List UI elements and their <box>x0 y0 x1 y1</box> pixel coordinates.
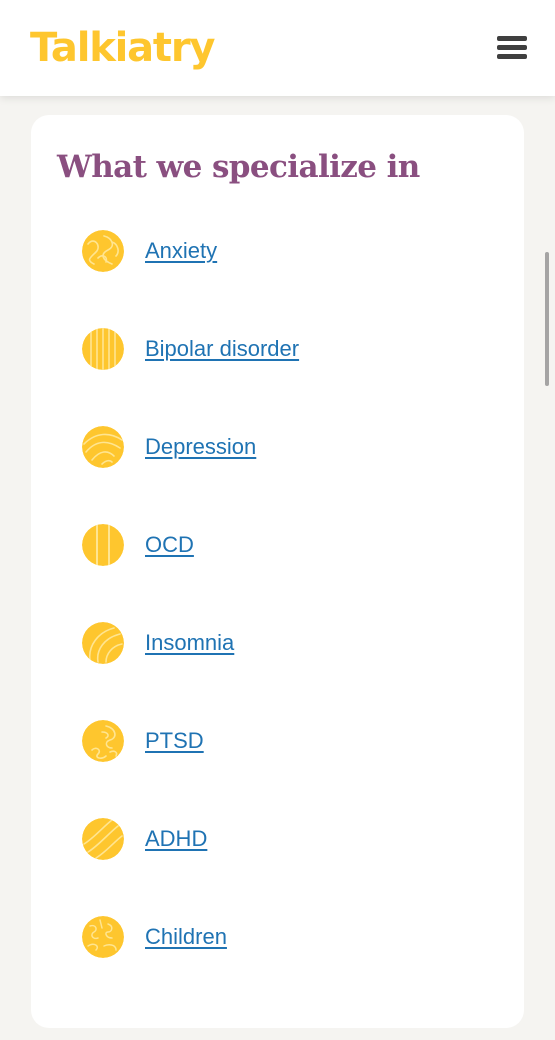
specialty-label-adhd: ADHD <box>145 826 208 851</box>
specialties-title: What we specialize in <box>57 149 420 185</box>
specialty-link-bipolar-disorder[interactable]: Bipolar disorder <box>82 327 299 371</box>
specialty-link-insomnia[interactable]: Insomnia <box>82 621 234 665</box>
specialty-label-insomnia: Insomnia <box>145 630 235 655</box>
specialty-link-children[interactable]: Children <box>82 915 227 959</box>
menu-bar-top <box>497 36 527 41</box>
site-header: Talkiatry <box>0 0 555 96</box>
talkiatry-logo[interactable]: Talkiatry <box>30 22 215 74</box>
children-pattern-icon <box>82 916 124 958</box>
menu-bar-middle <box>497 45 527 50</box>
specialty-label-ocd: OCD <box>145 532 194 557</box>
specialty-link-ptsd[interactable]: PTSD <box>82 719 204 763</box>
specialty-label-anxiety: Anxiety <box>145 238 218 263</box>
specialty-link-anxiety[interactable]: Anxiety <box>82 229 217 273</box>
page-scrollbar[interactable] <box>545 252 549 386</box>
ocd-lines-icon <box>82 524 124 566</box>
insomnia-arcs-icon <box>82 622 124 664</box>
ptsd-maze-icon <box>82 720 124 762</box>
specialty-label-bipolar-disorder: Bipolar disorder <box>145 336 300 361</box>
bipolar-stripes-icon <box>82 328 124 370</box>
specialty-link-ocd[interactable]: OCD <box>82 523 194 567</box>
depression-waves-icon <box>82 426 124 468</box>
specialty-label-ptsd: PTSD <box>145 728 204 753</box>
specialty-link-depression[interactable]: Depression <box>82 425 256 469</box>
adhd-diagonal-icon <box>82 818 124 860</box>
specialty-label-depression: Depression <box>145 434 257 459</box>
specialty-label-children: Children <box>145 924 227 949</box>
hamburger-menu-icon[interactable] <box>497 35 527 59</box>
specialties-card: What we specialize in Anxiety Bipolar di… <box>31 115 524 1028</box>
menu-bar-bottom <box>497 54 527 59</box>
specialty-link-adhd[interactable]: ADHD <box>82 817 207 861</box>
anxiety-swirl-icon <box>82 230 124 272</box>
